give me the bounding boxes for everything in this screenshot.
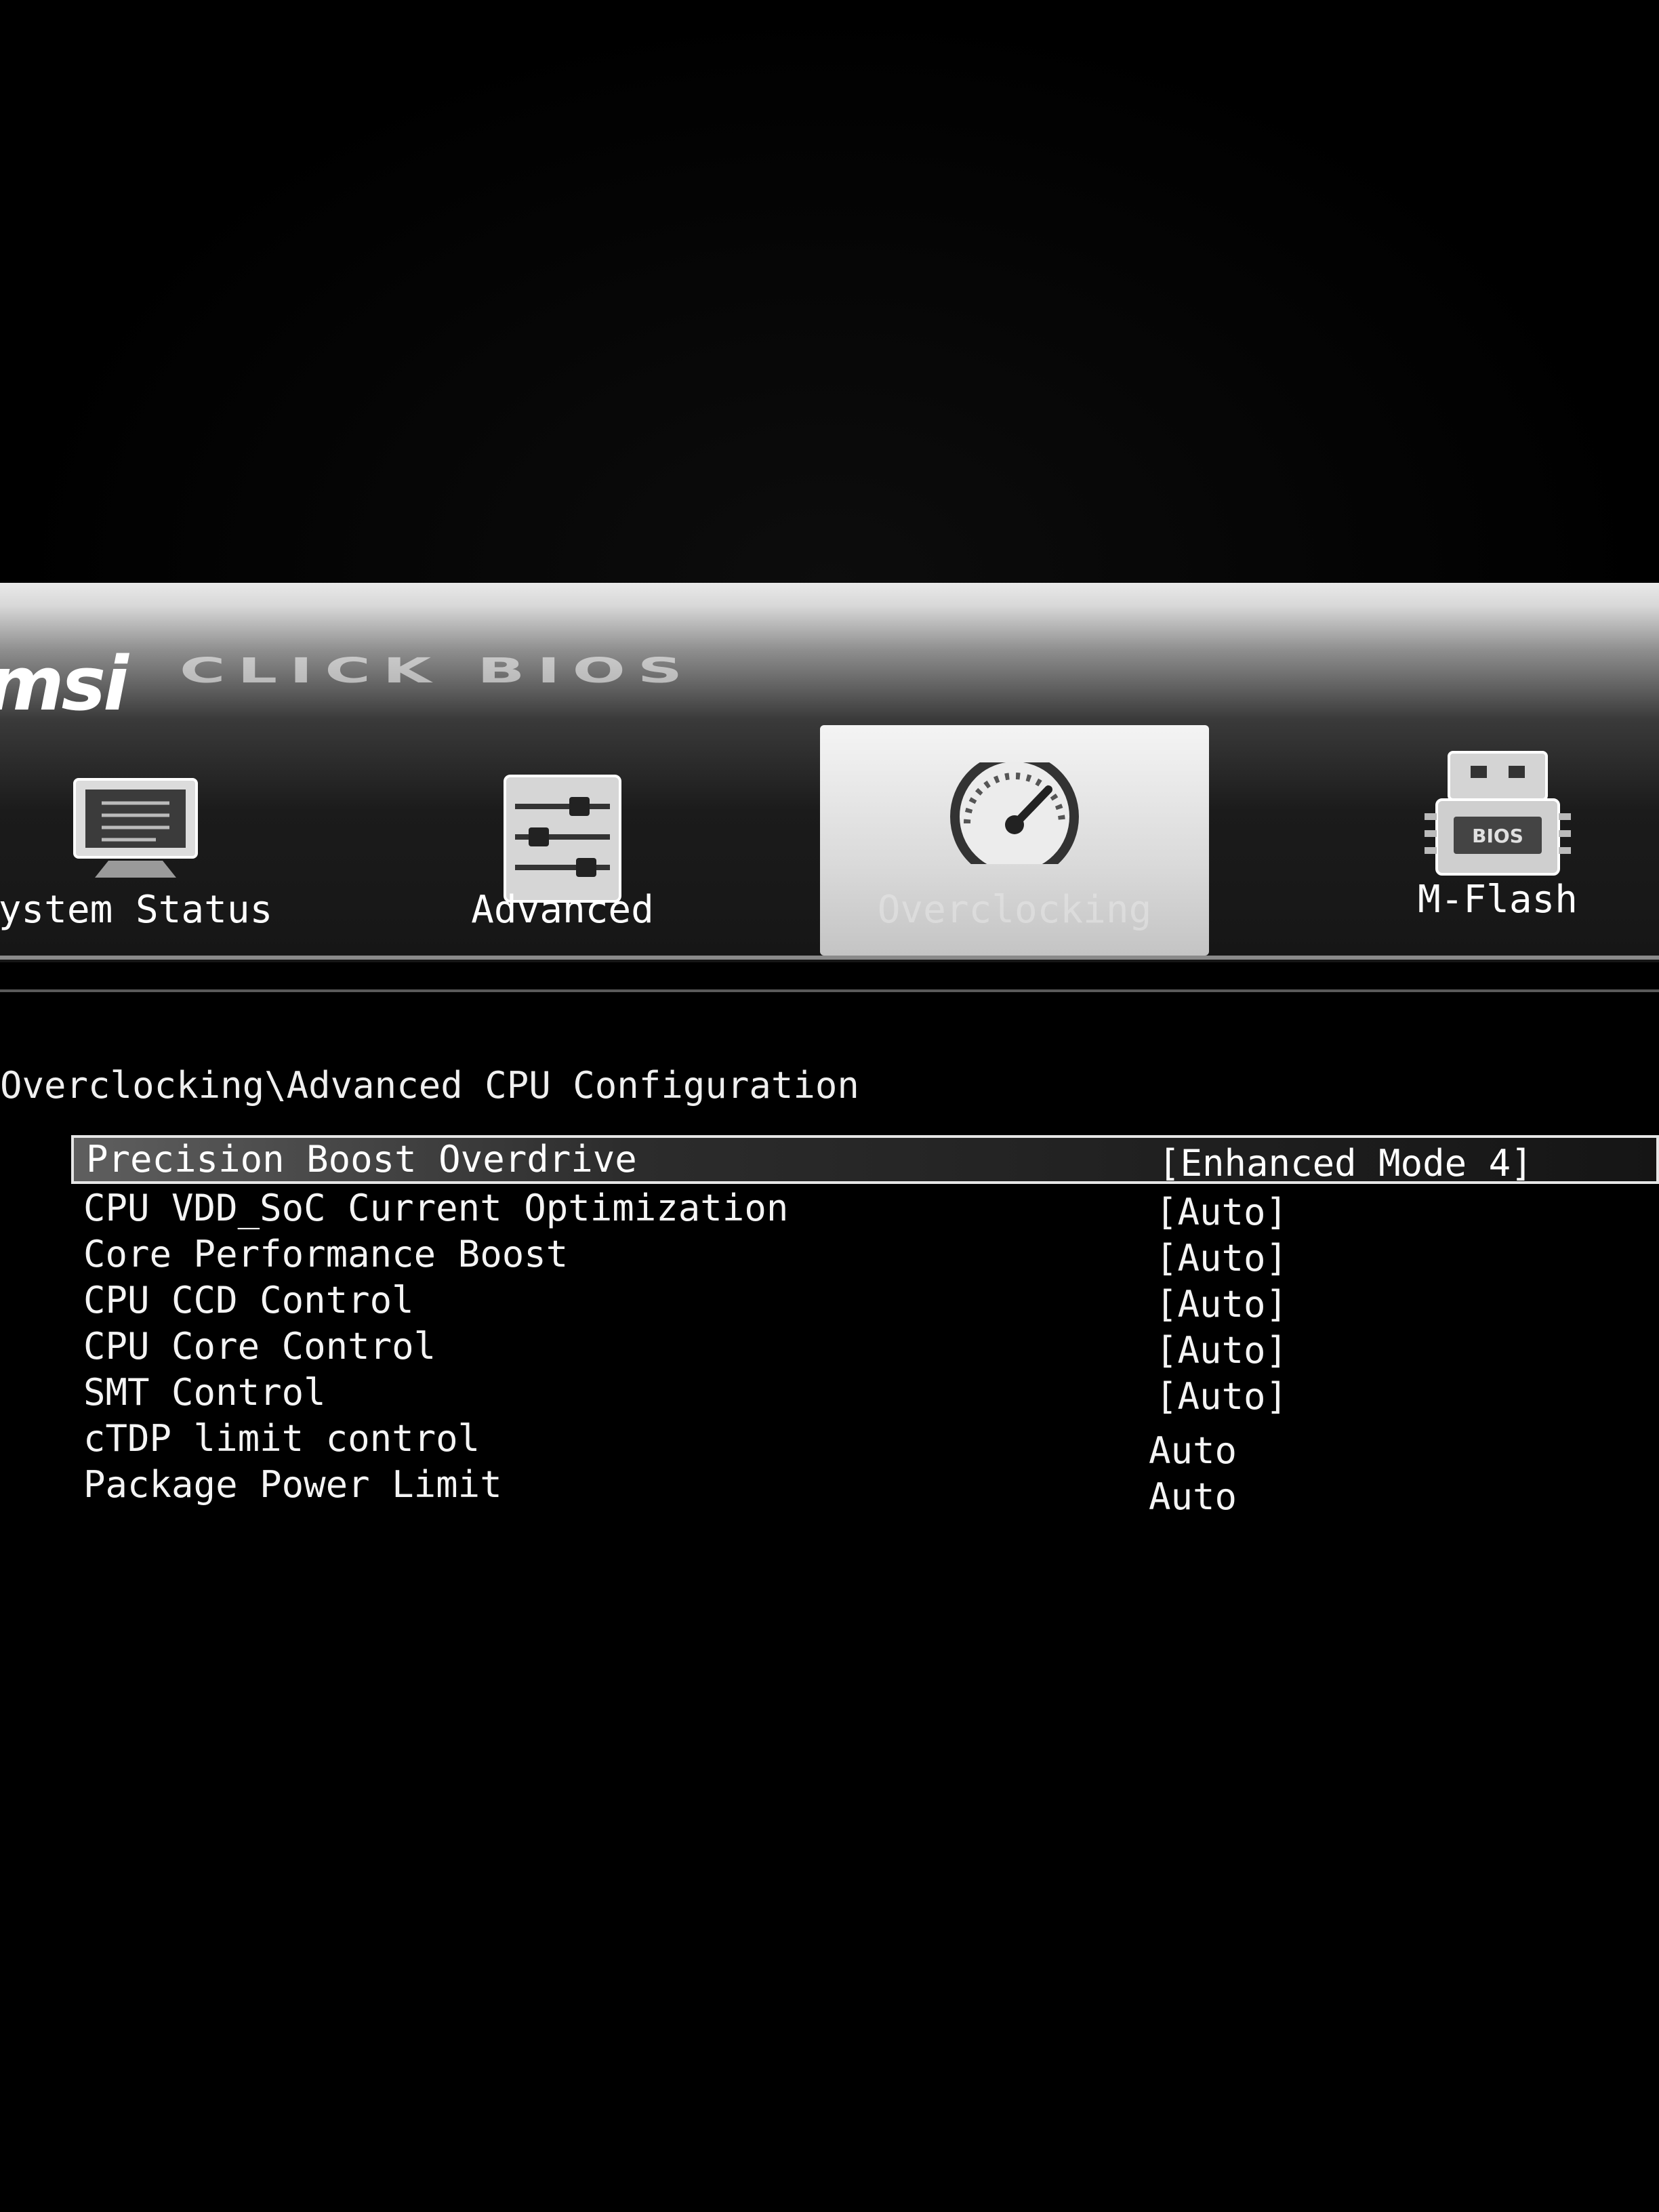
bios-chip-icon: BIOS [1423, 749, 1572, 887]
menu-item-core-performance-boost[interactable]: Core Performance Boost [Auto] [71, 1230, 1659, 1279]
tab-advanced[interactable]: Advanced [407, 725, 718, 956]
click-bios-logo: CLICK BIOS [180, 651, 695, 691]
tab-m-flash[interactable]: BIOS M-Flash [1349, 725, 1647, 956]
menu-item-label: CPU CCD Control [83, 1279, 414, 1322]
menu-item-value: [Auto] [1155, 1237, 1288, 1279]
screen-top-area [0, 0, 1659, 583]
speedometer-icon [947, 752, 1082, 881]
settings-menu: Precision Boost Overdrive [Enhanced Mode… [71, 1135, 1659, 1518]
menu-item-label: cTDP limit control [83, 1417, 480, 1460]
menu-item-value: Auto [1149, 1475, 1237, 1518]
breadcrumb: Overclocking\Advanced CPU Configuration [0, 1064, 859, 1107]
menu-item-label: Package Power Limit [83, 1463, 502, 1506]
menu-item-label: Core Performance Boost [83, 1233, 569, 1275]
svg-text:BIOS: BIOS [1472, 825, 1523, 847]
tab-label: Advanced [471, 888, 654, 932]
menu-item-smt-control[interactable]: SMT Control [Auto] [71, 1368, 1659, 1418]
tab-label: Overclocking [877, 888, 1152, 932]
menu-item-label: CPU VDD_SoC Current Optimization [83, 1187, 789, 1229]
header-divider [0, 956, 1659, 960]
menu-item-value: [Auto] [1155, 1329, 1288, 1372]
menu-item-value: [Auto] [1155, 1375, 1288, 1418]
menu-item-ctdp-limit-control[interactable]: cTDP limit control Auto [71, 1414, 1659, 1472]
menu-item-cpu-vdd-soc-current-optimization[interactable]: CPU VDD_SoC Current Optimization [Auto] [71, 1184, 1659, 1233]
header-divider-lower [0, 989, 1659, 992]
menu-item-precision-boost-overdrive[interactable]: Precision Boost Overdrive [Enhanced Mode… [71, 1135, 1659, 1185]
menu-item-cpu-core-control[interactable]: CPU Core Control [Auto] [71, 1322, 1659, 1372]
tab-label: M-Flash [1417, 878, 1578, 922]
menu-item-cpu-ccd-control[interactable]: CPU CCD Control [Auto] [71, 1276, 1659, 1326]
monitor-icon [68, 776, 203, 894]
menu-item-value: [Auto] [1155, 1283, 1288, 1326]
tab-system-status[interactable]: ystem Status [0, 725, 312, 956]
menu-item-value: [Auto] [1155, 1191, 1288, 1233]
menu-item-label: SMT Control [83, 1371, 326, 1414]
menu-item-package-power-limit[interactable]: Package Power Limit Auto [71, 1460, 1659, 1518]
menu-item-label: CPU Core Control [83, 1325, 436, 1368]
tab-label: ystem Status [0, 888, 273, 932]
menu-item-value: [Enhanced Mode 4] [1158, 1142, 1533, 1185]
msi-logo: msi [0, 640, 129, 727]
menu-item-label: Precision Boost Overdrive [86, 1138, 637, 1181]
tab-overclocking[interactable]: Overclocking [820, 725, 1209, 956]
